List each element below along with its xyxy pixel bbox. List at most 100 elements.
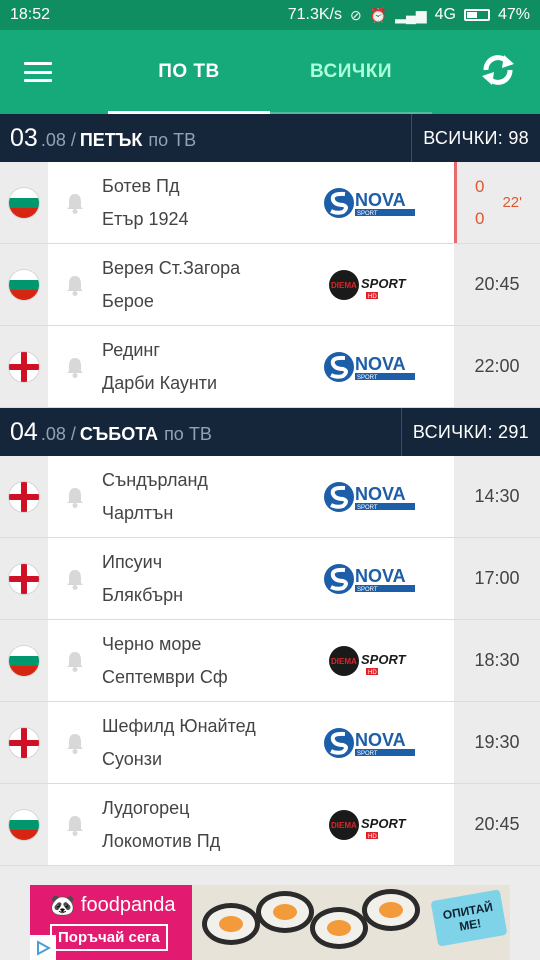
- nova-logo-subtext: SPORT: [357, 587, 378, 593]
- match-row[interactable]: Черно море Септември Сф DIEMA SPORT HD 18:30: [0, 620, 540, 702]
- match-row[interactable]: Лудогорец Локомотив Пд DIEMA SPORT HD 20:45: [0, 784, 540, 866]
- home-team: Лудогорец: [102, 797, 190, 818]
- home-team: Шефилд Юнайтед: [102, 715, 256, 736]
- home-team: Черно море: [102, 633, 202, 654]
- sport-logo-text: SPORT: [361, 652, 407, 667]
- match-row[interactable]: Шефилд Юнайтед Суонзи NOVA SPORT 19:30: [0, 702, 540, 784]
- hd-badge: HD: [368, 834, 377, 840]
- adchoices-icon[interactable]: [30, 935, 56, 960]
- match-row[interactable]: Верея Ст.Загора Берое DIEMA SPORT HD 20:45: [0, 244, 540, 326]
- bell-icon: [67, 193, 83, 214]
- nova-logo-subtext: SPORT: [357, 505, 378, 511]
- home-team: Верея Ст.Загора: [102, 257, 241, 278]
- away-team: Чарлтън: [102, 502, 174, 523]
- diema-sport-logo: DIEMA SPORT HD: [329, 269, 407, 300]
- ad-cta-button[interactable]: Поръчай сега: [50, 924, 168, 951]
- nova-sport-logo: NOVASPORT: [324, 481, 415, 512]
- notify-button[interactable]: [48, 538, 102, 619]
- status-time: 18:52: [10, 6, 51, 23]
- hd-badge: HD: [368, 670, 377, 676]
- bulgaria-flag-icon: [9, 645, 39, 676]
- show-all-button[interactable]: ВСИЧКИ: 291: [400, 408, 540, 456]
- bell-icon: [67, 487, 83, 508]
- nova-logo-subtext: SPORT: [357, 751, 378, 757]
- england-flag-icon: [9, 727, 39, 758]
- day-header: 03.08 /ПЕТЪК по ТВ ВСИЧКИ: 98: [0, 114, 540, 162]
- tv-channel: DIEMA SPORT HD: [286, 784, 454, 865]
- notify-button[interactable]: [48, 456, 102, 537]
- nova-logo-text: NOVA: [355, 484, 406, 504]
- tv-channel: NOVA SPORT: [286, 456, 454, 537]
- bell-icon: [67, 275, 83, 296]
- notify-button[interactable]: [48, 162, 102, 243]
- day-suffix: по ТВ: [164, 424, 212, 444]
- bell-icon: [67, 357, 83, 378]
- alarm-icon: ⏰: [369, 6, 388, 23]
- day-number: 04: [10, 418, 38, 446]
- away-team: Локомотив Пд: [102, 830, 221, 851]
- kickoff-time: 20:45: [454, 784, 540, 865]
- notify-button[interactable]: [48, 620, 102, 701]
- home-team: Ботев Пд: [102, 175, 180, 196]
- network-speed: 71.3K/s: [287, 6, 342, 23]
- notify-button[interactable]: [48, 702, 102, 783]
- away-team: Дарби Каунти: [102, 372, 218, 393]
- tab-bar: ПО ТВ ВСИЧКИ: [108, 30, 432, 114]
- match-row[interactable]: Ипсуич Блякбърн NOVA SPORT 17:00: [0, 538, 540, 620]
- match-row[interactable]: Ботев Пд Етър 1924 NOVA SPORT 0 0 22': [0, 162, 540, 244]
- notify-button[interactable]: [48, 784, 102, 865]
- bulgaria-flag-icon: [9, 809, 39, 840]
- nova-logo-text: NOVA: [355, 566, 406, 586]
- tv-channel: NOVA SPORT: [286, 538, 454, 619]
- live-score: 0 0 22': [454, 162, 540, 243]
- hamburger-icon: [24, 62, 52, 82]
- diema-sport-logo: DIEMA SPORT HD: [329, 809, 407, 840]
- tv-channel: NOVA SPORT: [286, 162, 454, 243]
- tab-by-tv[interactable]: ПО ТВ: [108, 30, 270, 114]
- ad-banner[interactable]: 🐼 foodpanda Поръчай сега ОПИТАЙ МЕ!: [30, 885, 510, 960]
- refresh-icon: [482, 55, 514, 85]
- nova-sport-logo: NOVASPORT: [324, 187, 415, 218]
- status-bar: 18:52 71.3K/s ⊘ ⏰ ▂▄▆ 4G 47%: [0, 0, 540, 30]
- home-score: 0: [475, 176, 485, 196]
- diema-sport-logo: DIEMA SPORT HD: [329, 645, 407, 676]
- nova-logo-text: NOVA: [355, 730, 406, 750]
- show-all-button[interactable]: ВСИЧКИ: 98: [411, 114, 540, 162]
- tv-channel: NOVA SPORT: [286, 326, 454, 407]
- diema-logo-text: DIEMA: [331, 281, 357, 290]
- kickoff-time: 19:30: [454, 702, 540, 783]
- status-indicators: 71.3K/s ⊘ ⏰ ▂▄▆ 4G 47%: [288, 6, 530, 24]
- menu-button[interactable]: [0, 30, 76, 114]
- ad-image: ОПИТАЙ МЕ!: [192, 885, 510, 960]
- away-team: Блякбърн: [102, 584, 184, 605]
- refresh-button[interactable]: [476, 48, 520, 92]
- panda-icon: 🐼: [50, 895, 75, 917]
- kickoff-time: 14:30: [454, 456, 540, 537]
- bell-icon: [67, 569, 83, 590]
- kickoff-time: 18:30: [454, 620, 540, 701]
- bulgaria-flag-icon: [9, 187, 39, 218]
- sport-logo-text: SPORT: [361, 816, 407, 831]
- signal-icon: ▂▄▆: [395, 6, 427, 23]
- away-team: Суонзи: [102, 748, 163, 769]
- england-flag-icon: [9, 481, 39, 512]
- tab-all[interactable]: ВСИЧКИ: [270, 30, 432, 114]
- nova-logo-text: NOVA: [355, 354, 406, 374]
- app-bar: ПО ТВ ВСИЧКИ: [0, 30, 540, 114]
- home-team: Рединг: [102, 339, 160, 360]
- nova-logo-subtext: SPORT: [357, 211, 378, 217]
- tv-channel: DIEMA SPORT HD: [286, 620, 454, 701]
- notify-button[interactable]: [48, 326, 102, 407]
- notify-button[interactable]: [48, 244, 102, 325]
- match-row[interactable]: Рединг Дарби Каунти NOVA SPORT 22:00: [0, 326, 540, 408]
- england-flag-icon: [9, 351, 39, 382]
- bell-icon: [67, 651, 83, 672]
- battery-percent: 47%: [497, 6, 530, 23]
- active-tab-indicator: [108, 111, 270, 114]
- match-row[interactable]: Съндърланд Чарлтън NOVA SPORT 14:30: [0, 456, 540, 538]
- day-month: .08 /: [40, 130, 76, 150]
- data-saver-icon: ⊘: [350, 6, 362, 23]
- match-minute: 22': [502, 194, 523, 211]
- diema-logo-text: DIEMA: [331, 821, 357, 830]
- battery-icon: [463, 9, 490, 21]
